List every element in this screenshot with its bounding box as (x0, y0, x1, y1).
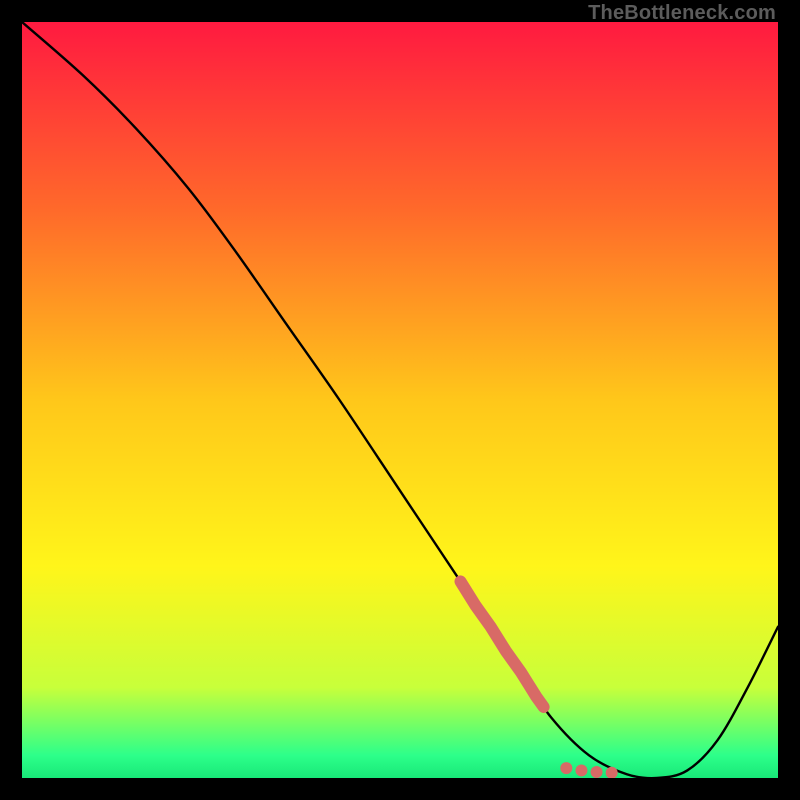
highlight-dot (591, 766, 603, 778)
chart-plot-area (22, 22, 778, 778)
chart-background (22, 22, 778, 778)
highlight-dot (575, 764, 587, 776)
chart-svg (22, 22, 778, 778)
chart-frame: TheBottleneck.com (0, 0, 800, 800)
highlight-dot (560, 762, 572, 774)
